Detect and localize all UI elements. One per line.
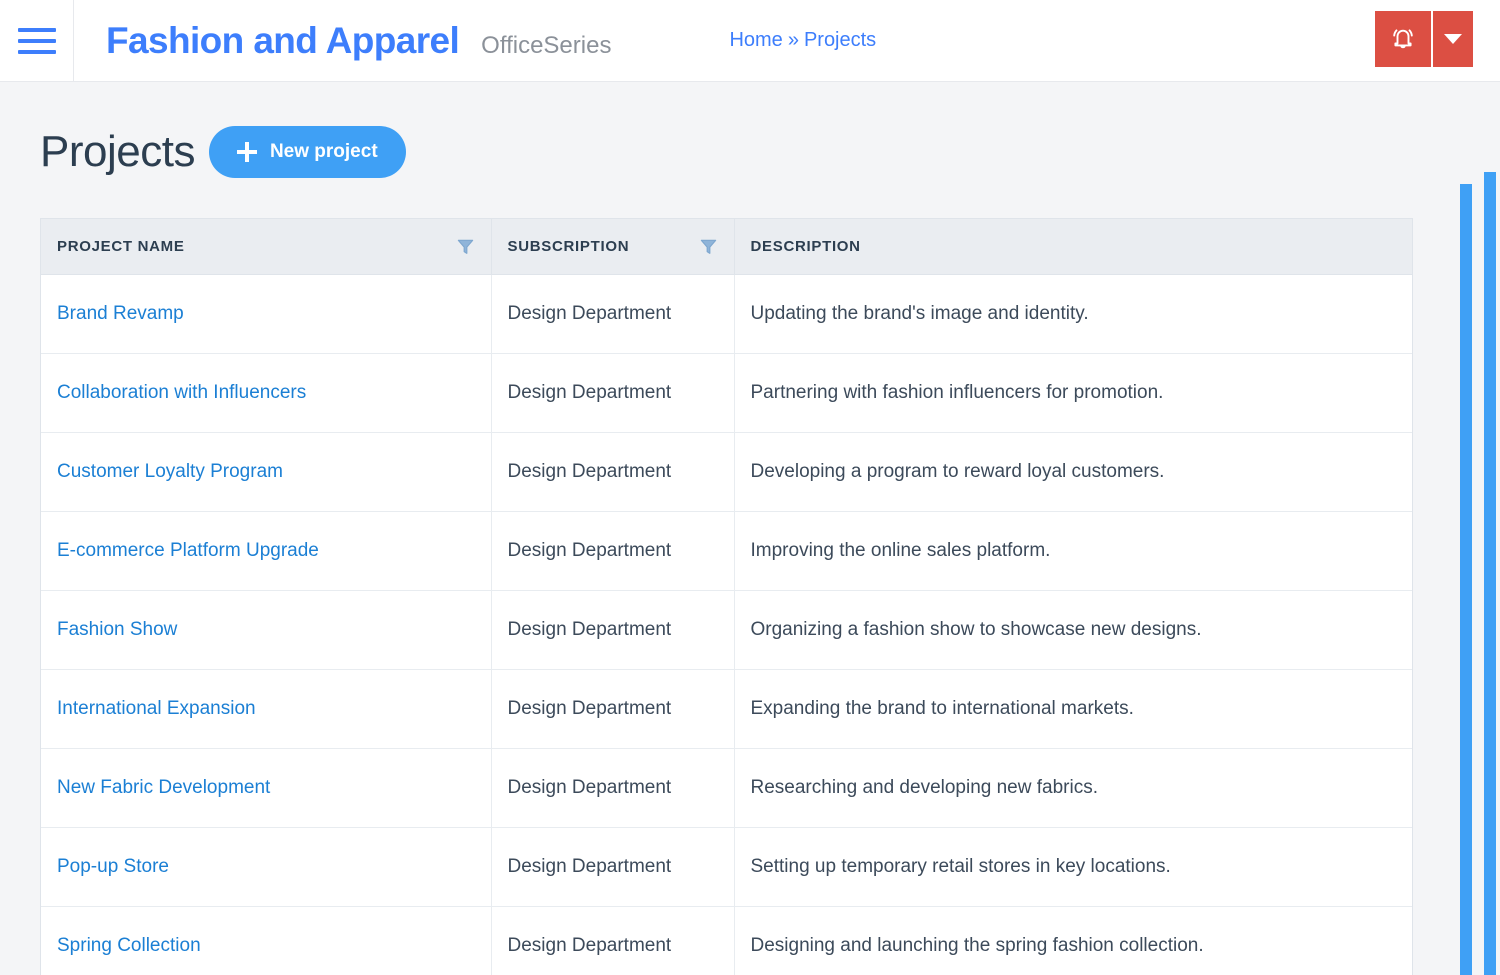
table-row: Fashion Show Design DepartmentOrganizing … <box>41 591 1412 670</box>
table-row: Customer Loyalty Program Design Departmen… <box>41 433 1412 512</box>
cell-subscription: Design Department <box>491 433 734 512</box>
cell-description: Developing a program to reward loyal cus… <box>734 433 1412 512</box>
column-header-label: DESCRIPTION <box>751 238 861 255</box>
cell-project-name: E-commerce Platform Upgrade <box>41 512 491 591</box>
page-vertical-scrollbar-thumb[interactable] <box>1484 172 1496 975</box>
table-header: PROJECT NAME SUBSCRIPTION <box>41 219 1412 275</box>
cell-project-name: New Fabric Development <box>41 749 491 828</box>
hamburger-bar <box>18 50 56 54</box>
cell-subscription: Design Department <box>491 275 734 354</box>
top-navigation-bar: Fashion and Apparel OfficeSeries Home » … <box>0 0 1500 82</box>
hamburger-bar <box>18 28 56 32</box>
projects-table: PROJECT NAME SUBSCRIPTION <box>41 219 1412 975</box>
cell-description: Improving the online sales platform. <box>734 512 1412 591</box>
cell-description: Setting up temporary retail stores in ke… <box>734 828 1412 907</box>
brand-subtitle: OfficeSeries <box>481 32 611 60</box>
table-header-row: PROJECT NAME SUBSCRIPTION <box>41 219 1412 275</box>
column-header-label: PROJECT NAME <box>57 238 185 255</box>
breadcrumb-link-projects[interactable]: Projects <box>804 29 876 52</box>
cell-description: Updating the brand's image and identity. <box>734 275 1412 354</box>
table-row: Pop-up Store Design DepartmentSetting up … <box>41 828 1412 907</box>
new-project-button[interactable]: New project <box>209 126 406 178</box>
page-header: Projects New project <box>40 126 1500 178</box>
cell-subscription: Design Department <box>491 749 734 828</box>
brand-title[interactable]: Fashion and Apparel <box>106 20 459 62</box>
projects-table-container: PROJECT NAME SUBSCRIPTION <box>40 218 1413 975</box>
cell-project-name: Fashion Show <box>41 591 491 670</box>
column-header-description[interactable]: DESCRIPTION <box>734 219 1412 275</box>
cell-project-name: Customer Loyalty Program <box>41 433 491 512</box>
table-row: Collaboration with Influencers Design Dep… <box>41 354 1412 433</box>
column-header-subscription[interactable]: SUBSCRIPTION <box>491 219 734 275</box>
cell-description: Organizing a fashion show to showcase ne… <box>734 591 1412 670</box>
cell-project-name: Spring Collection <box>41 907 491 975</box>
table-row: International Expansion Design Department… <box>41 670 1412 749</box>
cell-project-name: Pop-up Store <box>41 828 491 907</box>
hamburger-bar <box>18 39 56 43</box>
filter-funnel-icon[interactable] <box>456 237 475 256</box>
hamburger-menu-icon[interactable] <box>0 0 74 82</box>
alert-button[interactable] <box>1375 11 1431 67</box>
table-row: E-commerce Platform Upgrade Design Depart… <box>41 512 1412 591</box>
project-link[interactable]: Brand Revamp <box>57 303 184 324</box>
project-link[interactable]: Collaboration with Influencers <box>57 382 306 403</box>
project-link[interactable]: Spring Collection <box>57 935 201 956</box>
page-vertical-scrollbar[interactable] <box>1484 166 1496 975</box>
page-title: Projects <box>40 127 195 177</box>
cell-description: Researching and developing new fabrics. <box>734 749 1412 828</box>
project-link[interactable]: Pop-up Store <box>57 856 169 877</box>
new-project-button-label: New project <box>270 141 378 163</box>
chevron-down-icon <box>1444 34 1462 44</box>
topbar-actions <box>1375 11 1473 67</box>
breadcrumb: Home » Projects <box>729 29 876 52</box>
breadcrumb-separator-icon: » <box>787 29 800 52</box>
column-header-project-name[interactable]: PROJECT NAME <box>41 219 491 275</box>
breadcrumb-link-home[interactable]: Home <box>729 29 782 52</box>
alert-dropdown-button[interactable] <box>1433 11 1473 67</box>
cell-subscription: Design Department <box>491 670 734 749</box>
cell-project-name: Brand Revamp <box>41 275 491 354</box>
alarm-bell-icon <box>1388 23 1418 56</box>
plus-icon <box>237 142 257 162</box>
project-link[interactable]: Fashion Show <box>57 619 177 640</box>
table-row: Spring Collection Design DepartmentDesign… <box>41 907 1412 975</box>
table-row: Brand Revamp Design DepartmentUpdating th… <box>41 275 1412 354</box>
cell-subscription: Design Department <box>491 512 734 591</box>
filter-funnel-icon[interactable] <box>699 237 718 256</box>
page-content: Projects New project PROJECT NAME <box>0 82 1500 975</box>
project-link[interactable]: E-commerce Platform Upgrade <box>57 540 319 561</box>
inner-vertical-scrollbar[interactable] <box>1460 178 1472 975</box>
cell-subscription: Design Department <box>491 907 734 975</box>
project-link[interactable]: International Expansion <box>57 698 256 719</box>
cell-description: Designing and launching the spring fashi… <box>734 907 1412 975</box>
brand-area: Fashion and Apparel OfficeSeries <box>74 20 611 62</box>
cell-subscription: Design Department <box>491 591 734 670</box>
cell-subscription: Design Department <box>491 354 734 433</box>
inner-vertical-scrollbar-thumb[interactable] <box>1460 184 1472 975</box>
cell-project-name: International Expansion <box>41 670 491 749</box>
cell-description: Partnering with fashion influencers for … <box>734 354 1412 433</box>
cell-subscription: Design Department <box>491 828 734 907</box>
cell-project-name: Collaboration with Influencers <box>41 354 491 433</box>
table-body: Brand RevampDesign DepartmentUpdating th… <box>41 275 1412 975</box>
table-row: New Fabric Development Design DepartmentR… <box>41 749 1412 828</box>
project-link[interactable]: Customer Loyalty Program <box>57 461 283 482</box>
project-link[interactable]: New Fabric Development <box>57 777 270 798</box>
cell-description: Expanding the brand to international mar… <box>734 670 1412 749</box>
column-header-label: SUBSCRIPTION <box>508 238 630 255</box>
